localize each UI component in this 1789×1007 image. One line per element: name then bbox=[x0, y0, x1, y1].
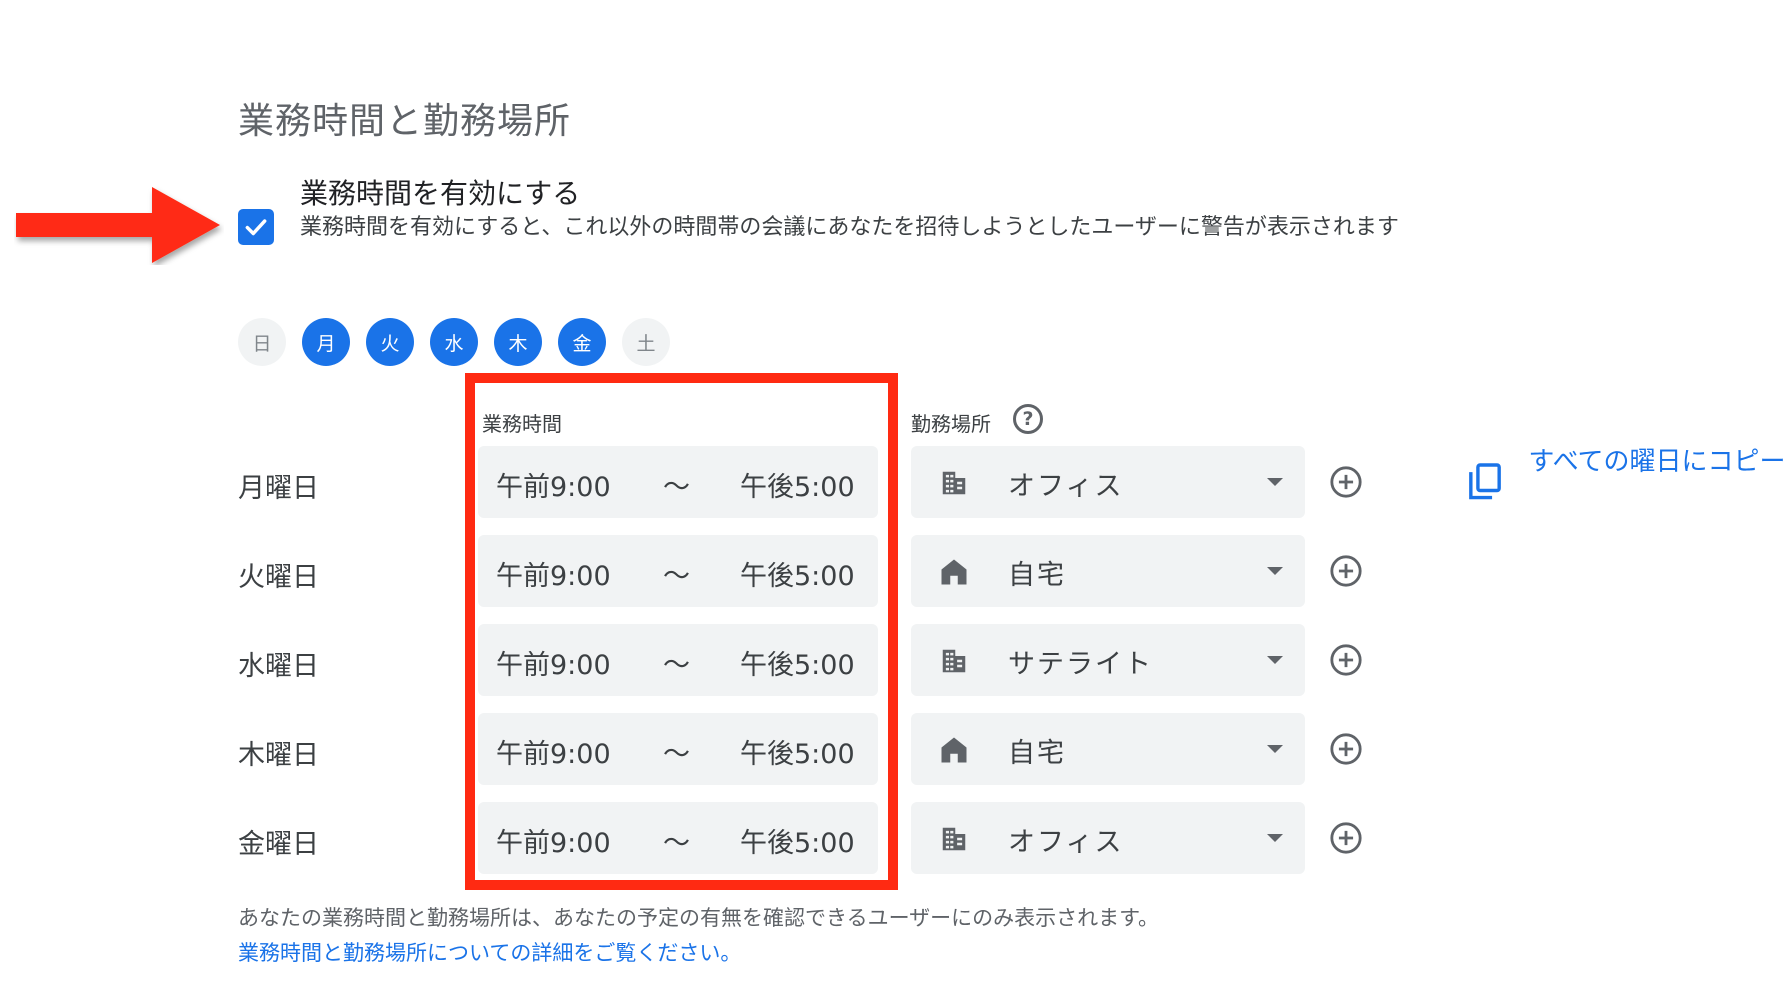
enable-working-hours-label: 業務時間を有効にする bbox=[300, 177, 581, 210]
time-separator: 〜 bbox=[663, 828, 690, 859]
end-time-input[interactable]: 午後5:00 bbox=[740, 732, 855, 771]
add-time-range-icon[interactable] bbox=[1329, 554, 1363, 588]
location-select[interactable]: 自宅 bbox=[911, 535, 1305, 607]
location-header: 勤務場所 bbox=[911, 412, 991, 436]
start-time-input[interactable]: 午前9:00 bbox=[496, 554, 611, 593]
dropdown-arrow-icon bbox=[1267, 478, 1283, 486]
enable-working-hours-checkbox[interactable] bbox=[238, 209, 274, 245]
visibility-note: あなたの業務時間と勤務場所は、あなたの予定の有無を確認できるユーザーにのみ表示さ… bbox=[238, 906, 1160, 930]
weekday-toggle-fri[interactable]: 金 bbox=[558, 318, 606, 366]
dropdown-arrow-icon bbox=[1267, 745, 1283, 753]
start-time-input[interactable]: 午前9:00 bbox=[496, 465, 611, 504]
time-range-field: 午前9:00 〜 午後5:00 bbox=[478, 802, 878, 874]
day-label: 金曜日 bbox=[238, 829, 319, 860]
weekday-toggle-wed[interactable]: 水 bbox=[430, 318, 478, 366]
add-time-range-icon[interactable] bbox=[1329, 643, 1363, 677]
time-separator: 〜 bbox=[663, 739, 690, 770]
weekday-toggle-mon[interactable]: 月 bbox=[302, 318, 350, 366]
time-range-field: 午前9:00 〜 午後5:00 bbox=[478, 624, 878, 696]
time-range-field: 午前9:00 〜 午後5:00 bbox=[478, 535, 878, 607]
weekday-toggle-tue[interactable]: 火 bbox=[366, 318, 414, 366]
enable-working-hours-description: 業務時間を有効にすると、これ以外の時間帯の会議にあなたを招待しようとしたユーザー… bbox=[300, 215, 1399, 240]
office-building-icon bbox=[942, 471, 966, 495]
start-time-input[interactable]: 午前9:00 bbox=[496, 821, 611, 860]
copy-to-all-days-button[interactable]: すべての曜日にコピー bbox=[1526, 440, 1788, 484]
add-time-range-icon[interactable] bbox=[1329, 732, 1363, 766]
working-hours-header: 業務時間 bbox=[482, 412, 562, 436]
learn-more-link[interactable]: 業務時間と勤務場所についての詳細をご覧ください。 bbox=[238, 937, 741, 967]
copy-icon[interactable] bbox=[1468, 462, 1502, 502]
time-separator: 〜 bbox=[663, 561, 690, 592]
table-row: 火曜日 午前9:00 〜 午後5:00 自宅 bbox=[0, 535, 1789, 609]
day-label: 木曜日 bbox=[238, 740, 319, 771]
location-value: オフィス bbox=[1008, 471, 1124, 502]
day-label: 水曜日 bbox=[238, 651, 319, 682]
end-time-input[interactable]: 午後5:00 bbox=[740, 554, 855, 593]
end-time-input[interactable]: 午後5:00 bbox=[740, 465, 855, 504]
location-select[interactable]: サテライト bbox=[911, 624, 1305, 696]
location-value: オフィス bbox=[1008, 827, 1124, 858]
weekday-toggle-thu[interactable]: 木 bbox=[494, 318, 542, 366]
weekday-toggle-sat[interactable]: 土 bbox=[622, 318, 670, 366]
office-building-icon bbox=[942, 649, 966, 673]
table-row: 水曜日 午前9:00 〜 午後5:00 サテライト bbox=[0, 624, 1789, 698]
location-value: 自宅 bbox=[1008, 738, 1066, 769]
section-title: 業務時間と勤務場所 bbox=[238, 101, 572, 142]
time-range-field: 午前9:00 〜 午後5:00 bbox=[478, 446, 878, 518]
location-select[interactable]: 自宅 bbox=[911, 713, 1305, 785]
weekday-toggle-sun[interactable]: 日 bbox=[238, 318, 286, 366]
start-time-input[interactable]: 午前9:00 bbox=[496, 643, 611, 682]
time-separator: 〜 bbox=[663, 472, 690, 503]
location-value: サテライト bbox=[1008, 649, 1153, 680]
add-time-range-icon[interactable] bbox=[1329, 465, 1363, 499]
location-select[interactable]: オフィス bbox=[911, 446, 1305, 518]
weekday-selector: 日 月 火 水 木 金 土 bbox=[238, 318, 670, 366]
day-label: 火曜日 bbox=[238, 562, 319, 593]
location-value: 自宅 bbox=[1008, 560, 1066, 591]
dropdown-arrow-icon bbox=[1267, 567, 1283, 575]
time-separator: 〜 bbox=[663, 650, 690, 681]
home-icon bbox=[941, 559, 967, 585]
checkmark-icon bbox=[245, 219, 267, 236]
start-time-input[interactable]: 午前9:00 bbox=[496, 732, 611, 771]
table-row: 金曜日 午前9:00 〜 午後5:00 オフィス bbox=[0, 802, 1789, 876]
help-icon[interactable]: ? bbox=[1013, 404, 1043, 434]
dropdown-arrow-icon bbox=[1267, 656, 1283, 664]
office-building-icon bbox=[942, 827, 966, 851]
day-label: 月曜日 bbox=[238, 473, 319, 504]
dropdown-arrow-icon bbox=[1267, 834, 1283, 842]
location-select[interactable]: オフィス bbox=[911, 802, 1305, 874]
add-time-range-icon[interactable] bbox=[1329, 821, 1363, 855]
end-time-input[interactable]: 午後5:00 bbox=[740, 821, 855, 860]
annotation-arrow-icon bbox=[16, 187, 220, 263]
end-time-input[interactable]: 午後5:00 bbox=[740, 643, 855, 682]
time-range-field: 午前9:00 〜 午後5:00 bbox=[478, 713, 878, 785]
table-row: 月曜日 午前9:00 〜 午後5:00 オフィス bbox=[0, 446, 1789, 520]
table-row: 木曜日 午前9:00 〜 午後5:00 自宅 bbox=[0, 713, 1789, 787]
home-icon bbox=[941, 737, 967, 763]
